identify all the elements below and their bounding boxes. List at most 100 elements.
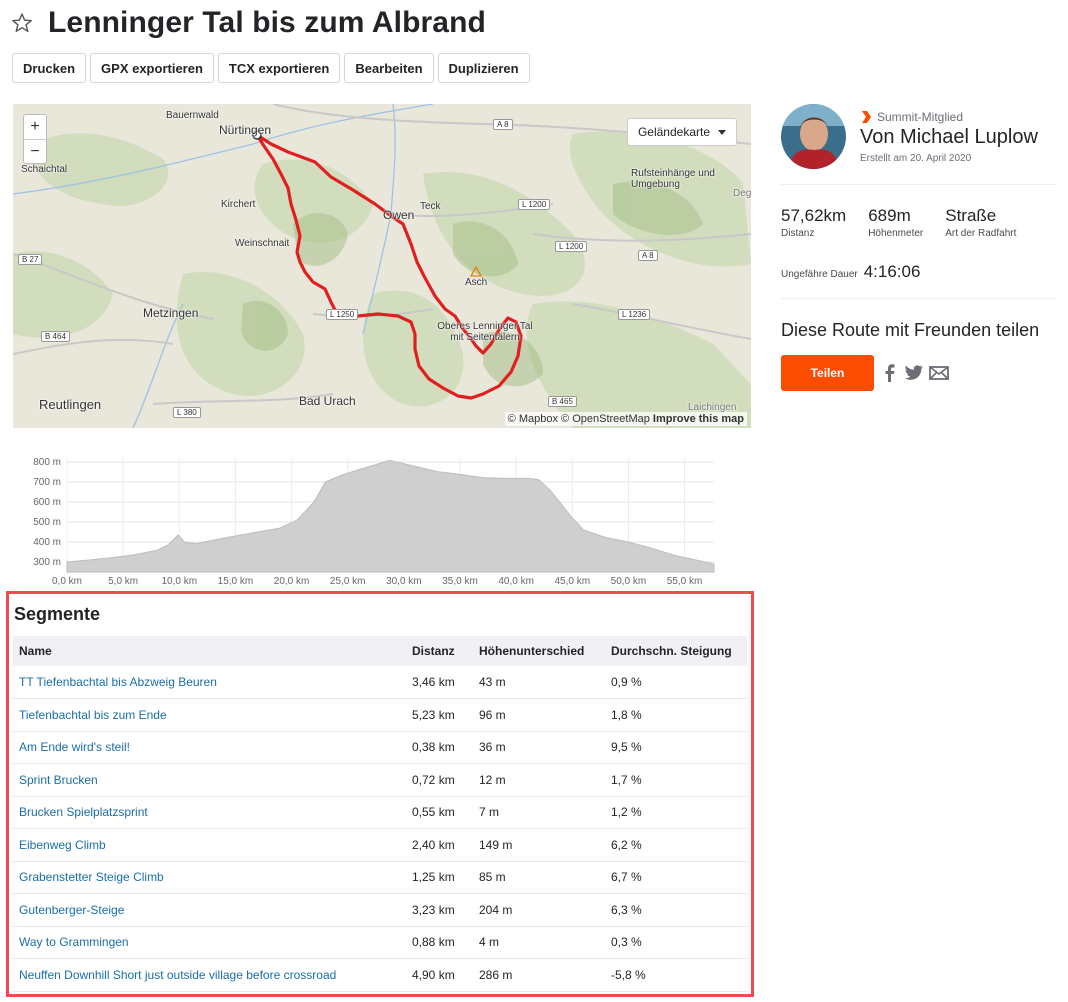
athlete-name[interactable]: Von Michael Luplow	[860, 126, 1038, 149]
elevation-y-tick: 600 m	[33, 497, 61, 508]
zoom-out-button[interactable]: −	[24, 139, 46, 163]
elevation-x-tick: 50,0 km	[611, 576, 647, 587]
place-label: Nürtingen	[219, 123, 272, 137]
segment-link[interactable]: Tiefenbachtal bis zum Ende	[13, 698, 406, 732]
elevation-y-tick: 400 m	[33, 537, 61, 548]
elevation-x-tick: 10,0 km	[161, 576, 197, 587]
elevation-x-tick: 0,0 km	[52, 576, 82, 587]
segment-link[interactable]: Way to Grammingen	[13, 926, 406, 959]
avatar[interactable]	[781, 104, 846, 169]
map-attribution: © Mapbox © OpenStreetMap Improve this ma…	[504, 412, 747, 426]
elevation-x-tick: 30,0 km	[386, 576, 422, 587]
place-label: Bad Urach	[299, 394, 356, 408]
table-row: Am Ende wird's steil! 0,38 km 36 m 9,5 %	[13, 731, 747, 764]
segment-link[interactable]: Brucken Spielplatzsprint	[13, 796, 406, 829]
segment-link[interactable]: Gutenberger-Steige	[13, 893, 406, 927]
table-row: TT Tiefenbachtal bis Abzweig Beuren 3,46 …	[13, 666, 747, 699]
segments-table: Name Distanz Höhenunterschied Durchschn.…	[13, 636, 747, 992]
mapbox-link[interactable]: © Mapbox	[508, 413, 558, 425]
elevation-x-tick: 20,0 km	[274, 576, 310, 587]
page-title: Lenninger Tal bis zum Albrand	[48, 6, 486, 39]
caret-down-icon	[718, 129, 726, 135]
column-header[interactable]: Höhenunterschied	[473, 636, 605, 666]
map-canvas[interactable]	[13, 104, 751, 428]
place-label: Deg	[733, 188, 751, 199]
segments-title: Segmente	[14, 604, 101, 624]
road-label: B 465	[548, 396, 577, 407]
place-label: Asch	[465, 277, 488, 288]
divider	[781, 298, 1057, 299]
place-label: Reutlingen	[39, 397, 102, 412]
star-icon[interactable]	[10, 11, 34, 35]
stat-value: Straße	[945, 206, 997, 225]
segment-distance: 0,38 km	[406, 731, 473, 764]
place-label: Bauernwald	[166, 110, 219, 121]
segment-link[interactable]: Am Ende wird's steil!	[13, 731, 406, 764]
segment-elevation: 4 m	[473, 926, 605, 959]
segment-link[interactable]: TT Tiefenbachtal bis Abzweig Beuren	[13, 666, 406, 699]
segment-distance: 5,23 km	[406, 698, 473, 732]
place-label: Oberes Lenninger Tal mit Seitentälern	[437, 321, 533, 343]
elevation-y-tick: 500 m	[33, 517, 61, 528]
stat-ride-type: Straße Art der Radfahrt	[945, 206, 1016, 239]
email-icon[interactable]	[929, 364, 949, 382]
segment-elevation: 149 m	[473, 828, 605, 862]
segment-elevation: 85 m	[473, 861, 605, 894]
osm-link[interactable]: © OpenStreetMap	[561, 413, 650, 425]
table-row: Sprint Brucken 0,72 km 12 m 1,7 %	[13, 763, 747, 797]
place-label: Teck	[420, 201, 441, 212]
print-button[interactable]: Drucken	[12, 53, 87, 83]
table-row: Grabenstetter Steige Climb 1,25 km 85 m 6,7…	[13, 861, 747, 894]
place-label: Metzingen	[143, 306, 199, 320]
column-header[interactable]: Durchschn. Steigung	[605, 636, 747, 666]
export-tcx-button[interactable]: TCX exportieren	[217, 53, 341, 83]
route-map[interactable]: + − Geländekarte Bauernwald Nürtingen Sc…	[13, 104, 751, 428]
place-label: Schaichtal	[21, 164, 68, 175]
road-label: L 1236	[618, 309, 651, 320]
facebook-icon[interactable]	[880, 364, 900, 382]
stat-value: 57,62km	[781, 206, 847, 225]
divider	[781, 184, 1057, 185]
elevation-chart[interactable]: 800 m 700 m 600 m 500 m 400 m 300 m 0,0 km 5,0 …	[14, 450, 734, 590]
place-label: Kirchert	[221, 199, 256, 210]
segment-link[interactable]: Neuffen Downhill Short just outside vill…	[13, 958, 406, 992]
share-title: Diese Route mit Freunden teilen	[781, 320, 1040, 340]
edit-button[interactable]: Bearbeiten	[344, 53, 434, 83]
table-row: Way to Grammingen 0,88 km 4 m 0,3 %	[13, 926, 747, 959]
map-type-selector[interactable]: Geländekarte	[626, 118, 737, 146]
segment-grade: 1,7 %	[605, 763, 747, 797]
segment-link[interactable]: Eibenweg Climb	[13, 828, 406, 862]
elevation-x-tick: 45,0 km	[555, 576, 591, 587]
segment-link[interactable]: Sprint Brucken	[13, 763, 406, 797]
summit-label: Summit-Mitglied	[877, 110, 964, 124]
segment-grade: -5,8 %	[605, 958, 747, 992]
title-row: Lenninger Tal bis zum Albrand	[10, 6, 486, 40]
elevation-y-tick: 300 m	[33, 557, 61, 568]
elevation-x-tick: 35,0 km	[442, 576, 478, 587]
segment-distance: 4,90 km	[406, 958, 473, 992]
improve-map-link[interactable]: Improve this map	[653, 413, 744, 425]
route-stats: 57,62km Distanz 689m Höhenmeter Straße A…	[781, 206, 1038, 239]
created-date: Erstellt am 20. April 2020	[860, 153, 972, 164]
duplicate-button[interactable]: Duplizieren	[437, 53, 530, 83]
twitter-icon[interactable]	[904, 364, 924, 382]
road-label: L 1200	[555, 241, 588, 252]
summit-chevron-icon	[862, 111, 871, 123]
segment-grade: 1,2 %	[605, 796, 747, 829]
column-header[interactable]: Distanz	[406, 636, 473, 666]
table-row: Brucken Spielplatzsprint 0,55 km 7 m 1,2 %	[13, 796, 747, 829]
column-header[interactable]: Name	[13, 636, 406, 666]
export-gpx-button[interactable]: GPX exportieren	[90, 53, 214, 83]
zoom-in-button[interactable]: +	[24, 115, 46, 139]
elevation-y-tick: 700 m	[33, 477, 61, 488]
elevation-y-tick: 800 m	[33, 457, 61, 468]
table-row: Eibenweg Climb 2,40 km 149 m 6,2 %	[13, 828, 747, 862]
segment-grade: 0,3 %	[605, 926, 747, 959]
segment-elevation: 36 m	[473, 731, 605, 764]
share-button[interactable]: Teilen	[781, 355, 874, 391]
segment-link[interactable]: Grabenstetter Steige Climb	[13, 861, 406, 894]
table-row: Neuffen Downhill Short just outside vill…	[13, 958, 747, 992]
place-label: Weinschnait	[235, 238, 290, 249]
stat-label: Distanz	[781, 228, 815, 239]
road-label: L 1200	[518, 199, 551, 210]
